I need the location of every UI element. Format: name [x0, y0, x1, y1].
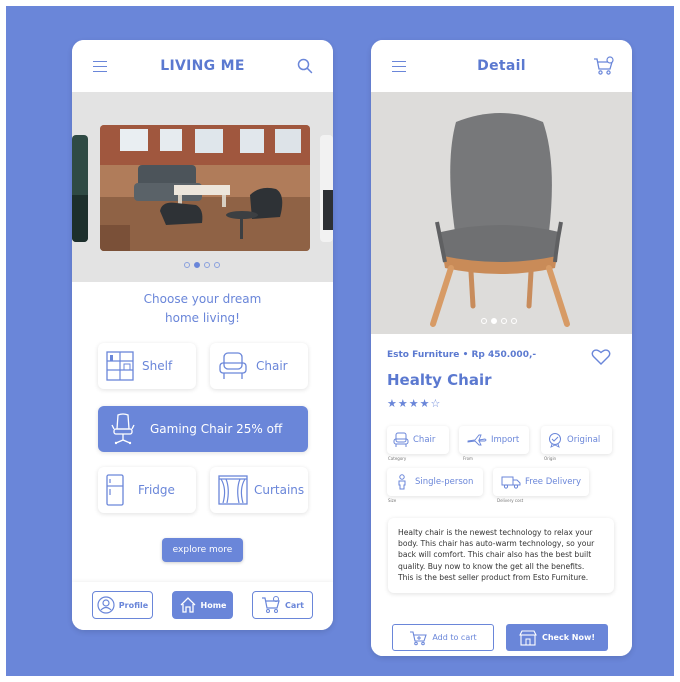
cart-icon[interactable] — [592, 54, 616, 78]
brand-name: Esto Furniture — [387, 350, 460, 360]
home-icon — [180, 597, 195, 613]
nav-home-label: Home — [200, 600, 227, 610]
promo-carousel[interactable] — [72, 92, 333, 282]
nav-cart-button[interactable]: Cart — [252, 591, 313, 619]
detail-action-bar: Add to cart Check Now! — [371, 614, 632, 656]
spec-size-label: Single-person — [415, 477, 474, 487]
check-now-button[interactable]: Check Now! — [506, 624, 608, 651]
original-badge-icon — [549, 433, 561, 448]
tagline-line-1: Choose your dream — [143, 292, 262, 306]
detail-title: Detail — [477, 58, 526, 74]
favorite-heart-icon[interactable] — [591, 348, 611, 370]
detail-screen: Detail Esto Furniture • Rp 450.000,- Hea… — [371, 40, 632, 656]
category-shelf-button[interactable]: Shelf — [98, 343, 196, 389]
carousel-dot-active[interactable] — [194, 262, 200, 268]
category-fridge-button[interactable]: Fridge — [98, 467, 196, 513]
home-screen: LIVING ME Choose your dream home living!… — [72, 40, 333, 630]
carousel-slide-prev[interactable] — [72, 135, 88, 242]
check-now-label: Check Now! — [541, 633, 596, 642]
add-to-cart-button[interactable]: Add to cart — [392, 624, 494, 651]
add-cart-icon — [410, 630, 428, 645]
image-dot[interactable] — [481, 318, 487, 324]
spec-from-caption: From — [463, 456, 473, 461]
spec-origin-caption: Origin — [544, 456, 557, 461]
home-header: LIVING ME — [72, 40, 333, 92]
carousel-slide-next[interactable] — [320, 135, 333, 242]
detail-header: Detail — [371, 40, 632, 92]
description-line: body. This chair has auto-warm technolog… — [398, 539, 595, 549]
category-curtains-button[interactable]: Curtains — [210, 467, 308, 513]
fridge-icon — [106, 474, 124, 506]
nav-profile-label: Profile — [118, 600, 149, 610]
shelf-icon — [106, 351, 134, 381]
nav-cart-label: Cart — [284, 600, 305, 610]
menu-icon[interactable] — [88, 54, 112, 78]
carousel-slide-living-room[interactable] — [100, 125, 310, 251]
airplane-icon — [467, 434, 487, 446]
image-dot-active[interactable] — [491, 318, 497, 324]
spec-delivery-label: Free Delivery — [525, 477, 582, 487]
carousel-dot[interactable] — [204, 262, 210, 268]
spec-origin-label: Original — [567, 435, 601, 445]
category-fridge-label: Fridge — [138, 483, 175, 497]
category-chair-label: Chair — [256, 359, 288, 373]
description-line: Healty chair is the newest technology to… — [398, 528, 593, 537]
rating-stars: ★★★★☆ — [387, 397, 442, 410]
bottom-navigation: Profile Home Cart — [72, 582, 333, 630]
category-chair-button[interactable]: Chair — [210, 343, 308, 389]
person-icon — [398, 474, 406, 490]
carousel-dot[interactable] — [214, 262, 220, 268]
spec-size-caption: Size — [388, 498, 397, 503]
nav-profile-button[interactable]: Profile — [92, 591, 153, 619]
tagline: Choose your dream home living! — [72, 290, 333, 328]
explore-more-button[interactable]: explore more — [162, 538, 243, 562]
description-line: quality. Buy now to know the get all the… — [398, 561, 585, 571]
gaming-chair-icon — [111, 413, 135, 445]
curtains-icon — [218, 475, 248, 505]
image-dots — [481, 318, 517, 324]
spec-from-chip: Import — [459, 426, 529, 454]
carousel-dot[interactable] — [184, 262, 190, 268]
spec-category-caption: Category — [388, 456, 407, 461]
delivery-truck-icon — [501, 476, 521, 489]
profile-icon — [97, 596, 115, 614]
image-dot[interactable] — [501, 318, 507, 324]
product-description: Healty chair is the newest technology to… — [388, 518, 614, 593]
add-to-cart-label: Add to cart — [432, 633, 477, 642]
category-gaming-chair-label: Gaming Chair 25% off — [150, 422, 283, 436]
spec-category-label: Chair — [413, 435, 436, 445]
product-image[interactable] — [371, 92, 632, 334]
spec-delivery-chip: Free Delivery — [493, 468, 589, 496]
chair-icon — [393, 432, 409, 447]
carousel-dots — [184, 262, 220, 268]
spec-size-chip: Single-person — [387, 468, 483, 496]
product-meta: Esto Furniture • Rp 450.000,- — [387, 350, 536, 360]
product-price: Rp 450.000,- — [471, 350, 537, 360]
store-icon — [519, 629, 537, 646]
product-name: Healty Chair — [387, 371, 492, 389]
spec-origin-chip: Original — [541, 426, 612, 454]
category-curtains-label: Curtains — [254, 483, 305, 497]
spec-category-chip: Chair — [387, 426, 449, 454]
description-line: back will comfort. This chair also has t… — [398, 550, 592, 560]
search-icon[interactable] — [293, 54, 317, 78]
app-title: LIVING ME — [160, 58, 245, 74]
cart-icon — [261, 596, 280, 613]
nav-home-button[interactable]: Home — [172, 591, 233, 619]
tagline-line-2: home living! — [165, 311, 240, 325]
category-gaming-chair-promo-button[interactable]: Gaming Chair 25% off — [98, 406, 308, 452]
description-line: This is the best seller product from Est… — [398, 572, 589, 582]
image-dot[interactable] — [511, 318, 517, 324]
chair-icon — [219, 352, 247, 379]
spec-from-label: Import — [491, 435, 520, 445]
spec-delivery-caption: Delivery cost — [497, 498, 524, 503]
menu-icon[interactable] — [387, 54, 411, 78]
category-shelf-label: Shelf — [142, 359, 173, 373]
